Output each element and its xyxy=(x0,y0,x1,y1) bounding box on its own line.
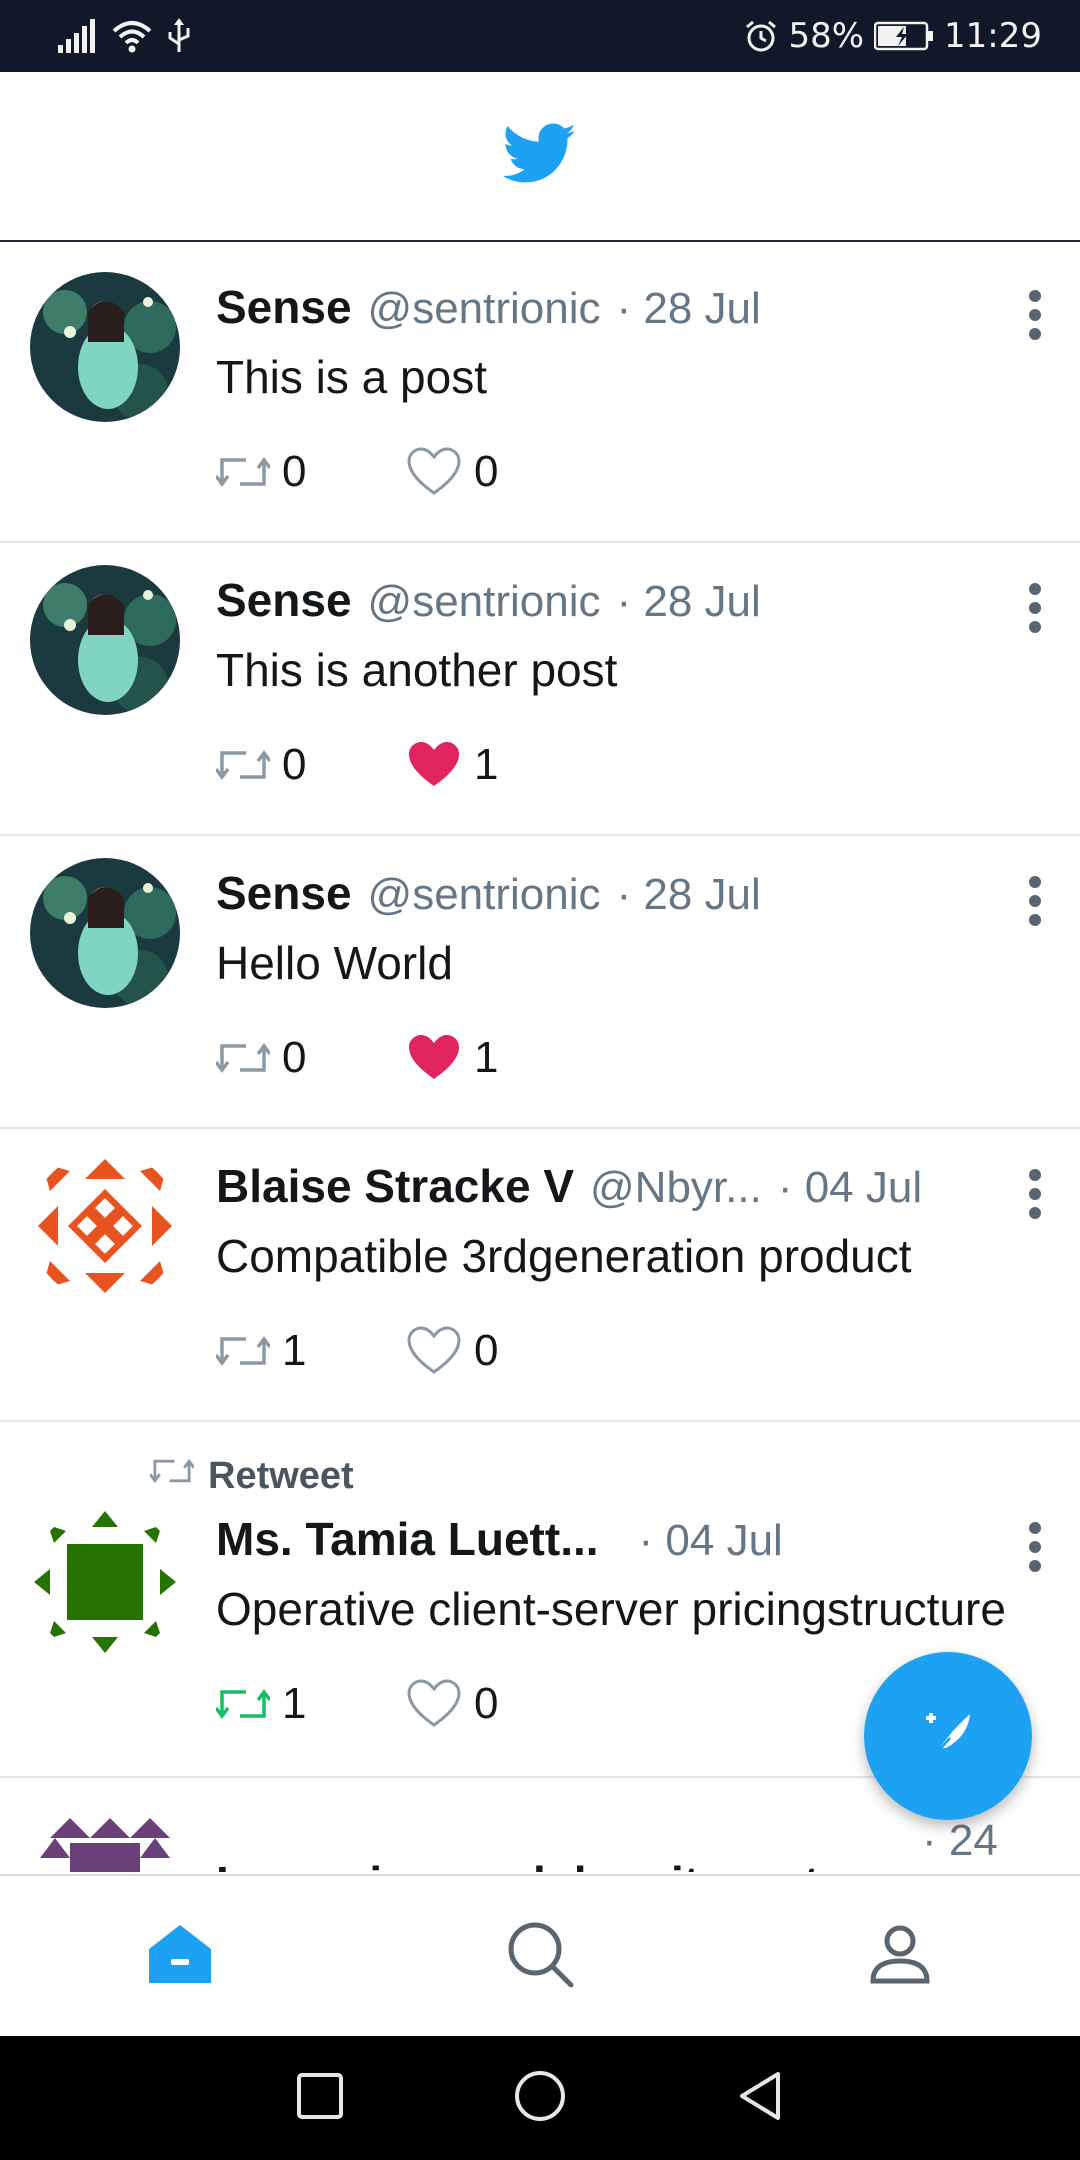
wifi-icon xyxy=(112,19,152,53)
retweet-count: 1 xyxy=(282,1679,307,1728)
retweet-icon xyxy=(216,1038,270,1078)
retweet-icon xyxy=(216,745,270,785)
like-button[interactable]: 0 xyxy=(406,1326,498,1376)
nav-home-button[interactable] xyxy=(110,1886,250,2026)
avatar[interactable] xyxy=(30,1151,180,1301)
retweet-icon xyxy=(148,1454,196,1498)
retweet-label-text: Retweet xyxy=(208,1454,354,1497)
nav-search-button[interactable] xyxy=(470,1886,610,2026)
like-count: 1 xyxy=(474,740,499,789)
status-bar: 58% 11:29 xyxy=(0,0,1080,72)
tweet-feed[interactable]: Sense @sentrionic · 28 Jul This is a pos… xyxy=(0,250,1080,1872)
retweet-icon xyxy=(216,452,270,492)
battery-icon xyxy=(874,21,934,51)
more-options-button[interactable] xyxy=(1020,876,1050,926)
retweet-button[interactable]: 0 xyxy=(216,447,406,497)
recents-square-icon xyxy=(296,2072,344,2124)
nav-profile-button[interactable] xyxy=(830,1886,970,2026)
tweet-text: Hello World xyxy=(216,937,453,989)
tweet-author-name[interactable]: Sense xyxy=(216,280,352,334)
tweet-author-name[interactable]: Ms. Tamia Luett... xyxy=(216,1512,599,1566)
heart-outline-icon xyxy=(406,447,462,497)
tweet-text: Operative client-server pricingstructure xyxy=(216,1583,1006,1635)
tweet-date: · 04 Jul xyxy=(638,1516,783,1565)
retweet-count: 0 xyxy=(282,447,307,496)
like-button[interactable]: 0 xyxy=(406,1679,498,1729)
tweet-author-name[interactable]: Sense xyxy=(216,866,352,920)
tweet-author-handle[interactable]: @sentrionic xyxy=(368,870,601,920)
tweet-text: This is a post xyxy=(216,351,487,403)
tweet-text: This is another post xyxy=(216,644,618,696)
tweet-date: · 28 Jul xyxy=(616,284,761,333)
compose-tweet-icon xyxy=(918,1704,978,1768)
more-options-button[interactable] xyxy=(1020,583,1050,633)
retweet-count: 0 xyxy=(282,1033,307,1082)
more-options-button[interactable] xyxy=(1020,1169,1050,1219)
tweet-date: · 28 Jul xyxy=(616,870,761,919)
home-circle-icon xyxy=(513,2069,567,2127)
like-count: 0 xyxy=(474,1326,499,1375)
bottom-navigation xyxy=(0,1874,1080,2036)
avatar[interactable] xyxy=(30,272,180,422)
tweet-date: · 04 Jul xyxy=(777,1163,923,1212)
compose-tweet-button[interactable] xyxy=(864,1652,1032,1820)
heart-filled-icon xyxy=(406,1033,462,1083)
like-count: 0 xyxy=(474,447,499,496)
like-button[interactable]: 0 xyxy=(406,447,498,497)
tweet-date: · 24 xyxy=(922,1816,998,1865)
retweet-count: 1 xyxy=(282,1326,307,1375)
tweet-author-handle[interactable]: @Nbyr... xyxy=(590,1163,762,1213)
recents-button[interactable] xyxy=(285,2063,355,2133)
retweet-icon xyxy=(216,1331,270,1371)
like-button[interactable]: 1 xyxy=(406,1033,498,1083)
signal-icon xyxy=(58,19,98,53)
avatar[interactable] xyxy=(30,1507,180,1657)
retweet-button[interactable]: 0 xyxy=(216,1033,406,1083)
like-count: 1 xyxy=(474,1033,499,1082)
like-button[interactable]: 1 xyxy=(406,740,498,790)
home-icon xyxy=(145,1921,215,1991)
tweet-author-handle[interactable]: @sentrionic xyxy=(368,577,601,627)
system-navigation-bar xyxy=(0,2036,1080,2160)
search-icon xyxy=(505,1919,575,1993)
back-triangle-icon xyxy=(736,2070,784,2126)
retweet-count: 0 xyxy=(282,740,307,789)
app-header xyxy=(0,72,1080,242)
clock: 11:29 xyxy=(944,16,1042,56)
tweet-author-name[interactable]: Blaise Stracke V xyxy=(216,1159,574,1213)
tweet-author-name[interactable]: Sense xyxy=(216,573,352,627)
tweet-item[interactable]: Sense @sentrionic · 28 Jul This is anoth… xyxy=(0,543,1080,836)
tweet-item[interactable]: Blaise Stracke V @Nbyr... · 04 Jul Compa… xyxy=(0,1129,1080,1422)
retweet-button[interactable]: 1 xyxy=(216,1326,406,1376)
retweet-button[interactable]: 0 xyxy=(216,740,406,790)
avatar[interactable] xyxy=(30,858,180,1008)
heart-outline-icon xyxy=(406,1679,462,1729)
retweet-label: Retweet xyxy=(148,1454,354,1498)
heart-filled-icon xyxy=(406,740,462,790)
profile-icon xyxy=(869,1923,931,1989)
tweet-item[interactable]: Sense @sentrionic · 28 Jul This is a pos… xyxy=(0,250,1080,543)
tweet-text: Compatible 3rdgeneration product xyxy=(216,1230,912,1282)
more-options-button[interactable] xyxy=(1020,290,1050,340)
back-button[interactable] xyxy=(725,2063,795,2133)
avatar[interactable] xyxy=(30,565,180,715)
retweet-button[interactable]: 1 xyxy=(216,1679,406,1729)
retweet-active-icon xyxy=(216,1684,270,1724)
tweet-author-handle[interactable]: @sentrionic xyxy=(368,284,601,334)
tweet-date: · 28 Jul xyxy=(616,577,761,626)
heart-outline-icon xyxy=(406,1326,462,1376)
battery-percent: 58% xyxy=(788,16,865,56)
tweet-item[interactable]: Sense @sentrionic · 28 Jul Hello World 0… xyxy=(0,836,1080,1129)
twitter-bird-icon[interactable] xyxy=(502,123,577,189)
avatar[interactable] xyxy=(30,1798,180,1872)
more-options-button[interactable] xyxy=(1020,1522,1050,1572)
usb-icon xyxy=(166,18,192,54)
like-count: 0 xyxy=(474,1679,499,1728)
alarm-icon xyxy=(744,19,778,53)
home-system-button[interactable] xyxy=(505,2063,575,2133)
